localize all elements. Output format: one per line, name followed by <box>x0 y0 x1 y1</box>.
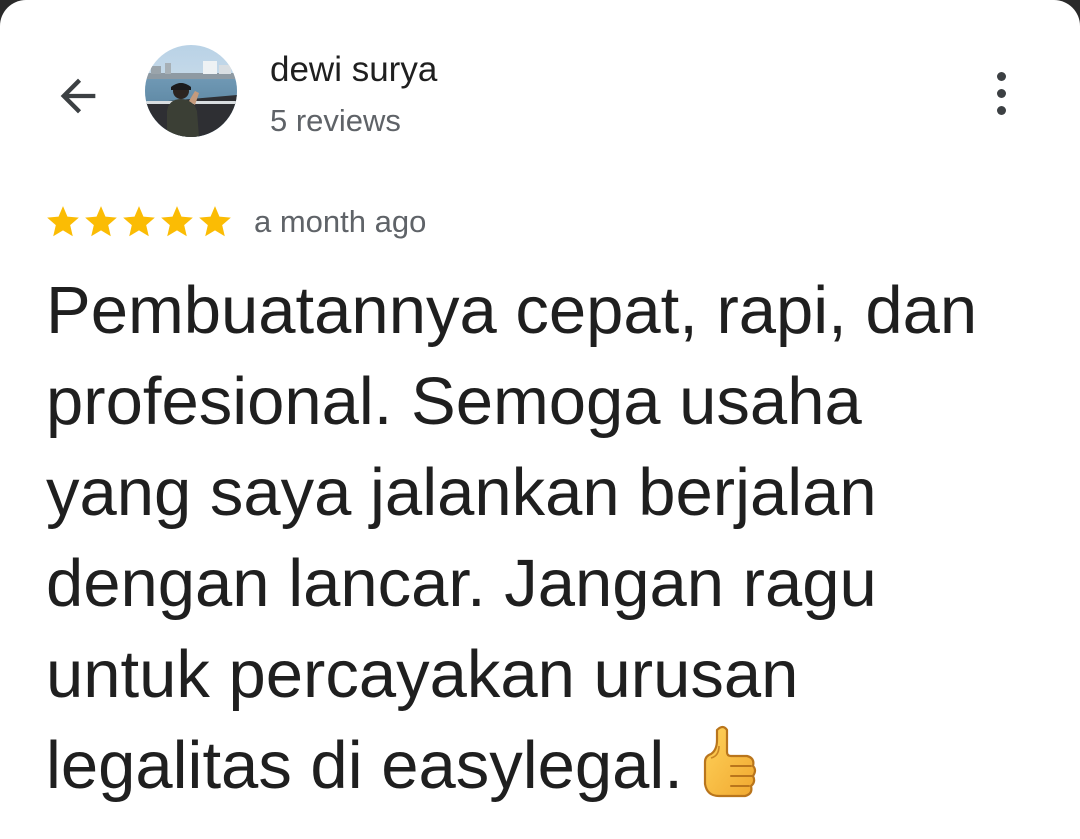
review-text: Pembuatannya cepat, rapi, dan profesiona… <box>46 265 1046 811</box>
star-icon <box>85 206 117 237</box>
rating-row: a month ago <box>44 198 426 246</box>
review-timestamp: a month ago <box>254 204 427 239</box>
arrow-back-icon <box>60 78 96 114</box>
more-vertical-icon <box>996 71 1006 81</box>
review-line: legalitas di easylegal. <box>46 728 683 803</box>
back-button[interactable] <box>48 66 108 126</box>
review-line: untuk percayakan urusan <box>46 637 799 712</box>
review-line-last: legalitas di easylegal. <box>46 720 1046 811</box>
review-header: dewi surya 5 reviews <box>0 0 1080 170</box>
more-vertical-icon-dot <box>996 105 1006 115</box>
star-rating <box>44 203 234 241</box>
review-count[interactable]: 5 reviews <box>270 101 401 141</box>
thumbs-up-icon <box>703 726 757 798</box>
avatar[interactable] <box>145 45 237 137</box>
star-icon <box>199 206 231 237</box>
more-options-button[interactable] <box>976 66 1026 120</box>
review-line: profesional. Semoga usaha <box>46 364 862 439</box>
user-avatar-photo <box>145 45 237 137</box>
review-line: dengan lancar. Jangan ragu <box>46 546 877 621</box>
star-icon <box>123 206 155 237</box>
review-line: yang saya jalankan berjalan <box>46 455 877 530</box>
user-name[interactable]: dewi surya <box>270 48 437 92</box>
review-line: Pembuatannya cepat, rapi, dan <box>46 273 978 348</box>
review-screen: dewi surya 5 reviews a month ago Pembuat… <box>0 0 1080 839</box>
more-vertical-icon-dot <box>996 88 1006 98</box>
star-icon <box>161 206 193 237</box>
star-icon <box>47 206 79 237</box>
